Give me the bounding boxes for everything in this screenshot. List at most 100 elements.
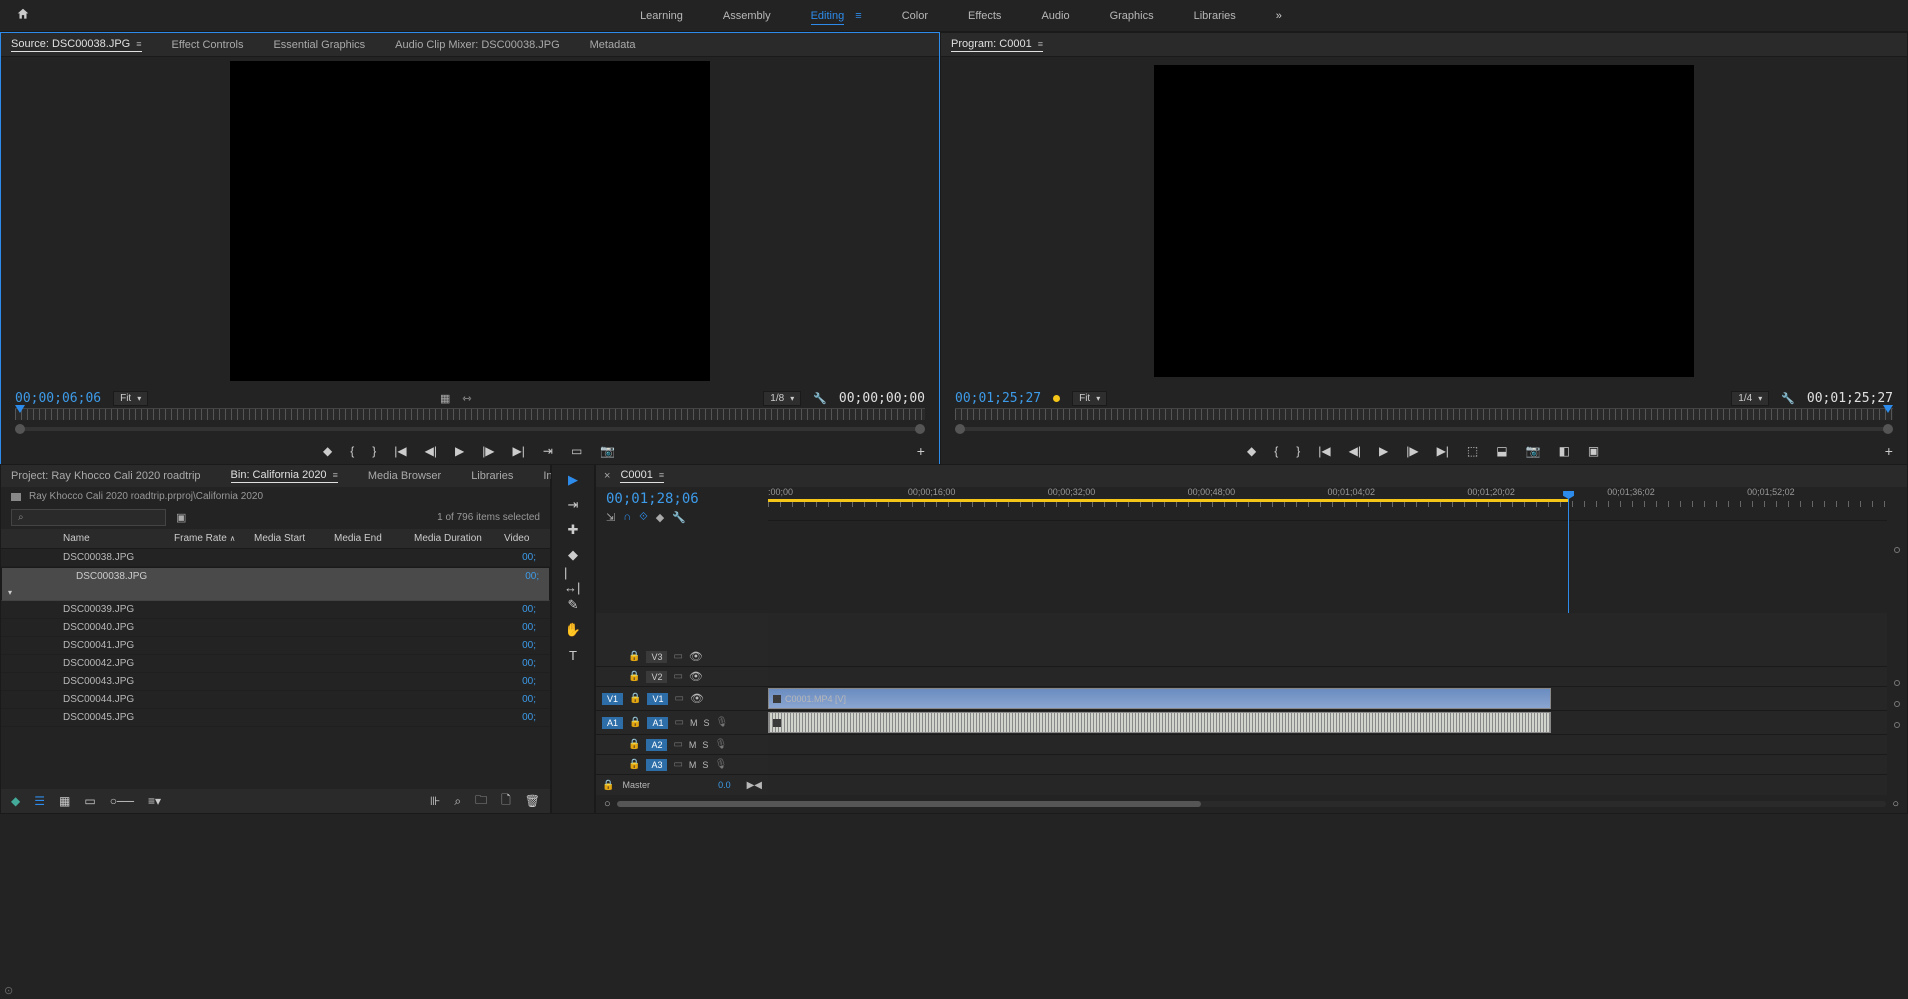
program-timecode-in[interactable]: 00;01;25;27 (955, 391, 1041, 406)
export-frame-icon[interactable]: 📷 (600, 444, 615, 458)
mark-in-icon[interactable]: { (1274, 444, 1278, 458)
solo-button[interactable]: S (703, 718, 709, 728)
tab-bin[interactable]: Bin: California 2020≡ (231, 469, 338, 483)
insert-icon[interactable]: ⇥ (543, 444, 553, 458)
file-row[interactable]: DSC00038.JPG00; (1, 549, 550, 567)
mark-in-icon[interactable]: { (350, 444, 354, 458)
step-forward-icon[interactable]: |▶ (1406, 444, 1418, 458)
tab-project[interactable]: Project: Ray Khocco Cali 2020 roadtrip (11, 470, 201, 482)
go-to-in-icon[interactable]: |◀ (394, 444, 406, 458)
mute-button[interactable]: M (689, 740, 697, 750)
source-drag-icon[interactable]: ⇿ (462, 392, 471, 405)
mute-button[interactable]: M (689, 760, 697, 770)
timeline-timecode[interactable]: 00;01;28;06 (606, 491, 758, 507)
file-row[interactable]: DSC00042.JPG00; (1, 655, 550, 673)
track-lane-v2[interactable] (768, 667, 1887, 687)
file-row[interactable]: DSC00038.JPG00; (1, 567, 550, 601)
mark-out-icon[interactable]: } (1296, 444, 1300, 458)
wrench-icon[interactable]: 🔧 (813, 392, 827, 405)
track-header-a1[interactable]: A1🔒A1▭MS🎙 (596, 711, 768, 735)
go-to-out-icon[interactable]: ▶| (513, 444, 525, 458)
button-editor-icon[interactable]: + (917, 443, 925, 459)
toggle-track-output-icon[interactable]: ▭ (674, 693, 683, 704)
tab-libraries[interactable]: Libraries (471, 470, 513, 482)
slip-tool-icon[interactable]: |↔| (564, 571, 582, 589)
audio-clip[interactable] (768, 712, 1551, 733)
tab-effect-controls[interactable]: Effect Controls (172, 39, 244, 51)
source-patch-a1[interactable]: A1 (602, 717, 623, 729)
export-frame-icon[interactable]: 📷 (1526, 444, 1541, 458)
workspace-tab-editing[interactable]: Editing (811, 8, 845, 25)
col-video[interactable]: Video (504, 533, 544, 544)
scroll-handle-left[interactable]: ○ (604, 798, 611, 810)
go-to-in-icon[interactable]: |◀ (1318, 444, 1330, 458)
overwrite-icon[interactable]: ▭ (571, 444, 582, 458)
col-frame-rate[interactable]: Frame Rate ∧ (174, 533, 254, 544)
program-viewer[interactable] (941, 57, 1907, 385)
voice-over-icon[interactable]: 🎙 (714, 739, 727, 750)
voice-over-icon[interactable]: 🎙 (715, 717, 728, 728)
hand-tool-icon[interactable]: ✋ (564, 621, 582, 639)
add-marker-icon[interactable]: ◆ (323, 444, 332, 458)
scrub-handle-left[interactable] (15, 424, 25, 434)
fx-badge-icon[interactable] (773, 719, 781, 727)
workspace-tab-graphics[interactable]: Graphics (1110, 8, 1154, 24)
solo-button[interactable]: S (702, 740, 708, 750)
scrub-handle-right[interactable] (915, 424, 925, 434)
source-ruler[interactable] (15, 408, 925, 420)
track-header-a3[interactable]: 🔒A3▭MS🎙 (596, 755, 768, 775)
source-timecode-in[interactable]: 00;00;06;06 (15, 391, 101, 406)
panel-menu-icon[interactable]: ≡ (333, 470, 338, 480)
workspace-tab-learning[interactable]: Learning (640, 8, 683, 24)
eye-icon[interactable]: 👁 (689, 670, 703, 683)
find-icon[interactable]: ⌕ (454, 791, 461, 812)
track-body[interactable]: C0001.MP4 [V] (768, 613, 1887, 795)
razor-tool-icon[interactable]: ◆ (564, 546, 582, 564)
lock-icon[interactable]: 🔒 (629, 693, 641, 704)
list-view-icon[interactable]: ☰ (34, 794, 45, 808)
track-lane-a1[interactable] (768, 711, 1887, 735)
new-item-icon[interactable]: 🗋 (501, 791, 511, 812)
track-lane-a2[interactable] (768, 735, 1887, 755)
fx-badge-icon[interactable] (773, 695, 781, 703)
lock-icon[interactable]: 🔒 (628, 739, 640, 750)
workspace-tab-libraries[interactable]: Libraries (1194, 8, 1236, 24)
play-icon[interactable]: ▶ (1379, 444, 1388, 458)
timeline-ruler[interactable]: :00;0000;00;16;0000;00;32;0000;00;48;000… (768, 487, 1887, 521)
track-header-v1[interactable]: V1🔒V1▭👁 (596, 687, 768, 711)
workspace-tab-audio[interactable]: Audio (1041, 8, 1069, 24)
pen-tool-icon[interactable]: ✎ (564, 596, 582, 614)
button-editor-icon[interactable]: + (1885, 443, 1893, 459)
new-bin-icon[interactable]: 🗀 (475, 791, 487, 812)
play-icon[interactable]: ▶ (455, 444, 464, 458)
close-sequence-icon[interactable]: × (604, 470, 610, 482)
filter-bin-icon[interactable]: ▣ (176, 511, 186, 524)
icon-view-icon[interactable]: ▦ (59, 794, 70, 808)
file-row[interactable]: DSC00041.JPG00; (1, 637, 550, 655)
toggle-track-output-icon[interactable]: ▭ (674, 717, 683, 728)
automate-to-sequence-icon[interactable]: ⊪ (430, 791, 440, 812)
source-zoom-select[interactable]: Fit (113, 391, 148, 406)
marker-icon[interactable]: ◆ (656, 511, 664, 524)
zoom-scroll-thumb[interactable] (617, 801, 1201, 807)
eye-icon[interactable]: 👁 (690, 692, 704, 705)
program-playhead-icon[interactable] (1883, 405, 1893, 413)
delete-icon[interactable]: 🗑 (525, 791, 540, 812)
solo-button[interactable]: S (702, 760, 708, 770)
lock-icon[interactable]: 🔒 (628, 651, 640, 662)
mark-out-icon[interactable]: } (372, 444, 376, 458)
comparison-view-icon[interactable]: ◧ (1559, 444, 1570, 458)
track-header-v2[interactable]: 🔒V2▭👁 (596, 667, 768, 687)
tab-source[interactable]: Source: DSC00038.JPG≡ (11, 38, 142, 52)
source-resolution-select[interactable]: 1/8 (763, 391, 801, 406)
video-clip[interactable]: C0001.MP4 [V] (768, 688, 1551, 709)
settings-icon[interactable]: 🔧 (672, 511, 686, 524)
toggle-track-output-icon[interactable]: ▭ (673, 671, 682, 682)
mute-button[interactable]: M (690, 718, 698, 728)
toggle-track-output-icon[interactable]: ▭ (673, 739, 682, 750)
program-scrub-bar[interactable] (955, 427, 1893, 431)
snap-icon[interactable]: ∩ (623, 511, 631, 524)
zoom-slider[interactable]: ○── (110, 794, 134, 808)
linked-selection-icon[interactable]: ⟐ (639, 511, 648, 524)
scrub-handle-left[interactable] (955, 424, 965, 434)
